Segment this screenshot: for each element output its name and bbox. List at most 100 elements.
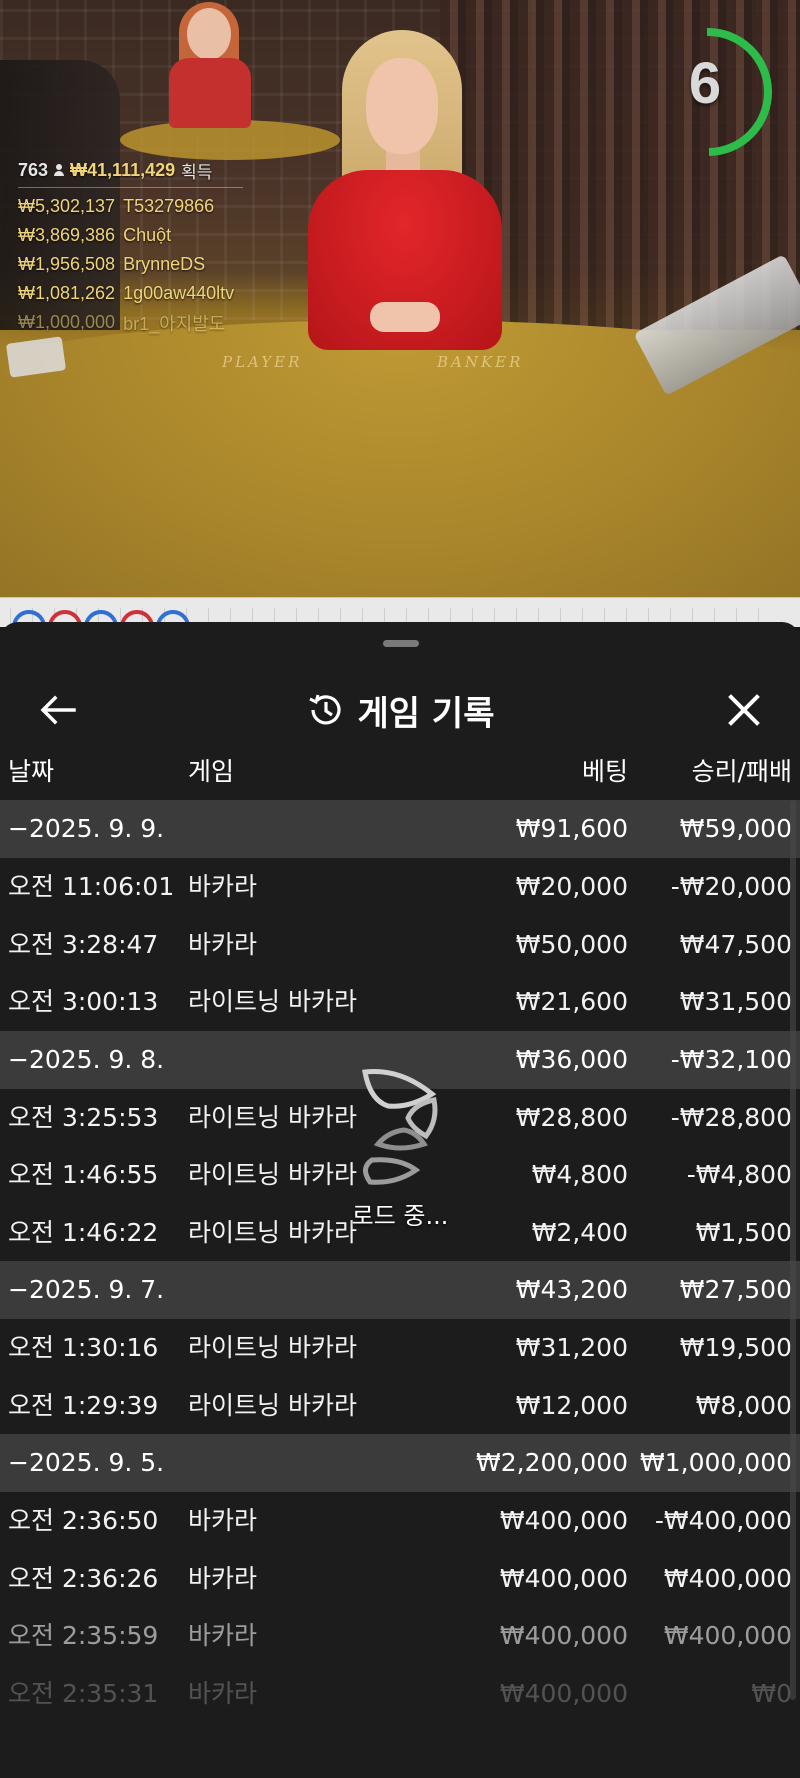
row-time: 오전 2:35:59 xyxy=(8,1621,159,1650)
winners-total-label: 획득 xyxy=(181,162,213,182)
row-bet: ₩20,000 xyxy=(515,872,628,901)
sheet-header: 게임 기록 xyxy=(0,660,800,760)
row-result: -₩20,000 xyxy=(670,872,792,901)
group-result-total: ₩27,500 xyxy=(679,1275,792,1304)
winner-row: ₩5,302,137 T53279866 xyxy=(18,192,243,221)
group-bet-total: ₩2,200,000 xyxy=(476,1448,628,1477)
row-game: 바카라 xyxy=(188,1621,258,1650)
person-icon xyxy=(54,164,65,176)
winner-name: Chuột xyxy=(123,225,172,245)
countdown-timer: 6 xyxy=(675,27,773,156)
group-date: −2025. 9. 5. xyxy=(8,1448,165,1477)
group-result-total: ₩1,000,000 xyxy=(640,1448,792,1477)
winners-total: ₩41,111,429 xyxy=(70,159,176,180)
row-game: 라이트닝 바카라 xyxy=(188,1333,357,1362)
back-button[interactable] xyxy=(30,682,86,738)
winner-name: 1g00aw440ltv xyxy=(123,283,235,303)
row-time: 오전 1:30:16 xyxy=(8,1333,159,1362)
table-row[interactable]: 오전 1:30:16 라이트닝 바카라 ₩31,200 ₩19,500 xyxy=(0,1319,800,1377)
winners-count: 763 xyxy=(18,159,49,180)
column-game: 게임 xyxy=(188,757,235,786)
table-row[interactable]: 오전 2:35:31 바카라 ₩400,000 ₩0 xyxy=(0,1665,800,1723)
date-group-row[interactable]: −2025. 9. 7. ₩43,200 ₩27,500 xyxy=(0,1261,800,1319)
row-time: 오전 3:28:47 xyxy=(8,929,159,959)
table-row[interactable]: 오전 11:06:01 바카라 ₩20,000 -₩20,000 xyxy=(0,858,800,916)
table-row[interactable]: 오전 2:36:26 바카라 ₩400,000 ₩400,000 xyxy=(0,1550,800,1608)
row-result: ₩1,500 xyxy=(695,1217,792,1247)
date-group-row[interactable]: −2025. 9. 5. ₩2,200,000 ₩1,000,000 xyxy=(0,1434,800,1492)
winner-amount: ₩1,000,000 xyxy=(18,312,116,332)
winner-row: ₩1,000,000 br1_아지발도 xyxy=(18,308,243,337)
row-game: 바카라 xyxy=(188,1678,258,1708)
banker-area-label: BANKER xyxy=(437,353,524,371)
winner-name: br1_아지발도 xyxy=(123,313,226,334)
group-date: −2025. 9. 9. xyxy=(8,814,165,843)
close-button[interactable] xyxy=(716,682,772,738)
scrollbar[interactable] xyxy=(790,800,796,1700)
sheet-grab-handle[interactable] xyxy=(383,640,419,647)
group-bet-total: ₩43,200 xyxy=(515,1275,628,1304)
winner-amount: ₩3,869,386 xyxy=(18,225,116,245)
row-time: 오전 1:46:22 xyxy=(8,1217,159,1247)
winners-list: 763 ₩41,111,429 획득 ₩5,302,137 T53279866 … xyxy=(18,155,243,337)
table-row[interactable]: 오전 1:29:39 라이트닝 바카라 ₩12,000 ₩8,000 xyxy=(0,1377,800,1435)
live-video: PLAYER BANKER 763 ₩41,111,429 획득 ₩5,302,… xyxy=(0,0,800,600)
row-game: 바카라 xyxy=(188,1563,258,1593)
row-bet: ₩21,600 xyxy=(515,987,628,1016)
winner-amount: ₩5,302,137 xyxy=(18,196,116,216)
row-time: 오전 2:36:26 xyxy=(8,1563,159,1593)
column-date: 날짜 xyxy=(8,757,55,786)
row-bet: ₩28,800 xyxy=(515,1102,628,1132)
winners-divider xyxy=(18,187,243,188)
row-bet: ₩31,200 xyxy=(515,1333,628,1362)
group-date: −2025. 9. 7. xyxy=(8,1275,165,1304)
row-bet: ₩400,000 xyxy=(499,1563,628,1593)
row-bet: ₩400,000 xyxy=(499,1678,628,1708)
spinner-icon xyxy=(362,1068,438,1185)
arrow-left-icon xyxy=(40,695,76,725)
table-row[interactable]: 오전 3:00:13 라이트닝 바카라 ₩21,600 ₩31,500 xyxy=(0,973,800,1031)
row-result: ₩400,000 xyxy=(663,1563,792,1593)
sheet-title: 게임 기록 xyxy=(357,693,495,734)
row-bet: ₩2,400 xyxy=(531,1217,628,1247)
date-group-row[interactable]: −2025. 9. 9. ₩91,600 ₩59,000 xyxy=(0,800,800,858)
row-bet: ₩400,000 xyxy=(499,1621,628,1650)
sheet-title-group: 게임 기록 xyxy=(0,660,800,760)
winner-amount: ₩1,081,262 xyxy=(18,283,116,303)
row-time: 오전 11:06:01 xyxy=(8,872,175,901)
row-result: ₩0 xyxy=(751,1678,792,1708)
row-result: -₩400,000 xyxy=(654,1506,792,1535)
row-result: -₩28,800 xyxy=(670,1102,792,1132)
timer-value: 6 xyxy=(688,51,722,116)
winner-row: ₩1,081,262 1g00aw440ltv xyxy=(18,279,243,308)
row-time: 오전 1:29:39 xyxy=(8,1390,159,1420)
column-result: 승리/패배 xyxy=(691,757,792,786)
row-time: 오전 2:35:31 xyxy=(8,1678,159,1708)
row-bet: ₩12,000 xyxy=(515,1390,628,1420)
table-row[interactable]: 오전 2:35:59 바카라 ₩400,000 ₩400,000 xyxy=(0,1607,800,1665)
dealer xyxy=(300,30,510,350)
row-time: 오전 2:36:50 xyxy=(8,1506,159,1535)
row-result: ₩8,000 xyxy=(695,1390,792,1420)
table-row[interactable]: 오전 2:36:50 바카라 ₩400,000 -₩400,000 xyxy=(0,1492,800,1550)
history-table[interactable]: −2025. 9. 9. ₩91,600 ₩59,000 오전 11:06:01… xyxy=(0,800,800,1722)
row-time: 오전 3:25:53 xyxy=(8,1102,159,1132)
row-result: ₩47,500 xyxy=(679,929,792,959)
winner-amount: ₩1,956,508 xyxy=(18,254,116,274)
table-row[interactable]: 오전 3:28:47 바카라 ₩50,000 ₩47,500 xyxy=(0,916,800,974)
row-result: ₩31,500 xyxy=(679,987,792,1016)
loading-indicator: 로드 중... xyxy=(330,1048,470,1238)
row-result: ₩400,000 xyxy=(663,1621,792,1650)
row-time: 오전 1:46:55 xyxy=(8,1160,159,1189)
row-bet: ₩50,000 xyxy=(515,929,628,959)
group-result-total: ₩59,000 xyxy=(679,814,792,843)
winners-summary: 763 ₩41,111,429 획득 xyxy=(18,155,243,185)
group-bet-total: ₩36,000 xyxy=(515,1044,628,1074)
group-date: −2025. 9. 8. xyxy=(8,1044,165,1074)
player-area-label: PLAYER xyxy=(222,353,303,371)
column-bet: 베팅 xyxy=(581,757,628,786)
background-dealer xyxy=(165,0,255,128)
row-game: 바카라 xyxy=(188,1506,258,1535)
close-icon xyxy=(728,694,760,726)
history-clock-icon xyxy=(308,694,341,725)
